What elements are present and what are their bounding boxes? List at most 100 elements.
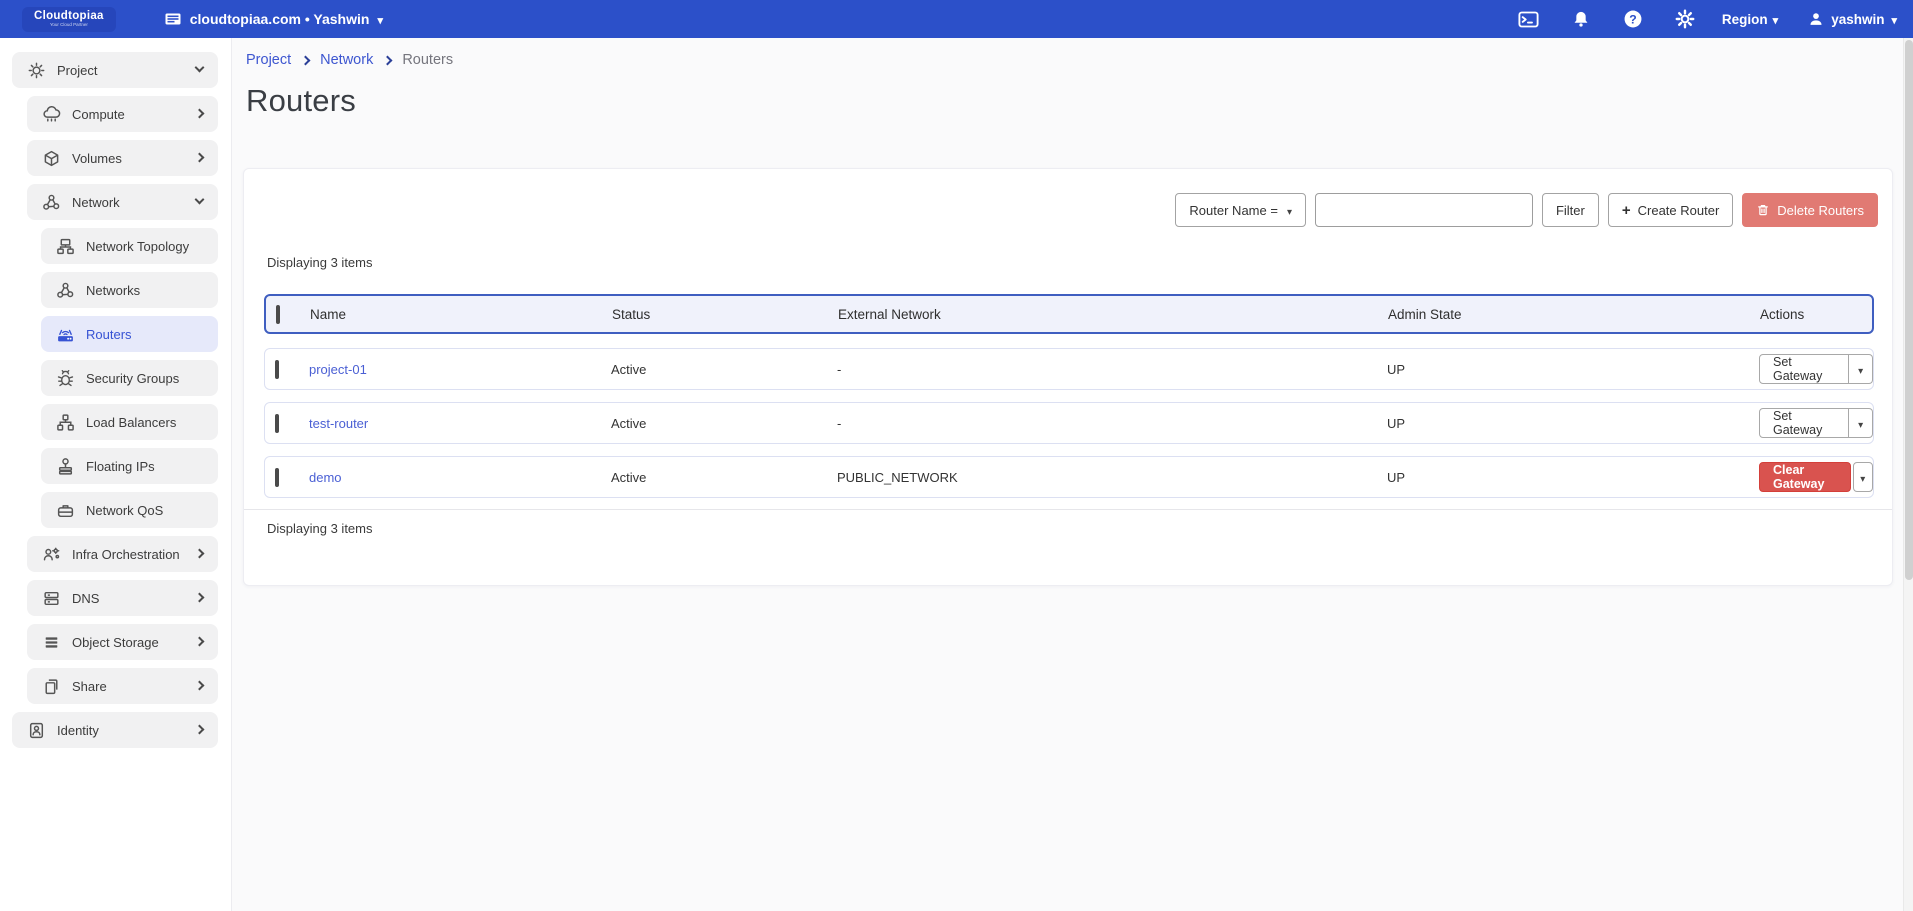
chevron-right-icon	[195, 549, 205, 559]
chevron-down-icon	[195, 63, 205, 73]
page-scrollbar[interactable]	[1903, 38, 1913, 911]
row-action-split-button: Clear Gateway	[1759, 462, 1873, 492]
caret-down-icon	[1860, 470, 1865, 485]
sidebar-item-security-groups[interactable]: Security Groups	[41, 360, 218, 396]
column-header-actions: Actions	[1760, 307, 1872, 322]
identity-badge-icon	[27, 721, 46, 740]
share-docs-icon	[42, 677, 61, 696]
router-name-link[interactable]: demo	[309, 470, 342, 485]
sidebar-item-identity[interactable]: Identity	[12, 712, 218, 748]
brand-logo-tagline: Your Cloud Partner	[34, 22, 104, 28]
sidebar-item-network-qos[interactable]: Network QoS	[41, 492, 218, 528]
sidebar-item-label: Network QoS	[86, 503, 163, 518]
column-header-admin-state[interactable]: Admin State	[1388, 307, 1760, 322]
column-header-status[interactable]: Status	[612, 307, 838, 322]
scrollbar-thumb[interactable]	[1905, 40, 1913, 580]
sidebar-item-label: Networks	[86, 283, 140, 298]
row-checkbox[interactable]	[275, 414, 279, 433]
chevron-right-icon	[195, 681, 205, 691]
action-menu-toggle[interactable]	[1849, 354, 1873, 384]
sidebar-item-label: Identity	[57, 723, 99, 738]
dns-server-icon	[42, 589, 61, 608]
topology-icon	[56, 237, 75, 256]
region-selector[interactable]: Region	[1722, 12, 1778, 27]
create-router-label: Create Router	[1638, 203, 1720, 218]
sidebar-item-compute[interactable]: Compute	[27, 96, 218, 132]
settings-gear-icon[interactable]	[1674, 8, 1696, 30]
question-mark-glyph: ?	[1629, 12, 1636, 26]
row-action-split-button: Set Gateway	[1759, 354, 1873, 384]
sidebar-item-label: Network Topology	[86, 239, 189, 254]
brand-logo-title: Cloudtopiaa	[34, 10, 104, 22]
chevron-right-icon	[195, 637, 205, 647]
project-cog-icon	[27, 61, 46, 80]
user-avatar-icon	[1808, 11, 1824, 27]
row-action-split-button: Set Gateway	[1759, 408, 1873, 438]
project-context-switcher[interactable]: cloudtopiaa.com • Yashwin	[164, 10, 383, 28]
breadcrumb-project-link[interactable]: Project	[246, 52, 291, 68]
breadcrumb: Project Network Routers	[246, 52, 453, 68]
set-gateway-button[interactable]: Set Gateway	[1759, 354, 1849, 384]
floating-ip-icon	[56, 457, 75, 476]
router-name-link[interactable]: project-01	[309, 362, 367, 377]
sidebar-item-label: Network	[72, 195, 120, 210]
clear-gateway-button[interactable]: Clear Gateway	[1759, 462, 1851, 492]
column-header-external-network[interactable]: External Network	[838, 307, 1388, 322]
object-storage-icon	[42, 633, 61, 652]
sidebar-item-routers[interactable]: Routers	[41, 316, 218, 352]
context-label: cloudtopiaa.com • Yashwin	[190, 11, 370, 27]
chevron-right-icon	[301, 56, 311, 66]
router-name-link[interactable]: test-router	[309, 416, 368, 431]
page-title: Routers	[246, 83, 356, 119]
sidebar-item-network[interactable]: Network	[27, 184, 218, 220]
admin-state-cell: UP	[1387, 362, 1759, 377]
status-cell: Active	[611, 362, 837, 377]
brand-logo[interactable]: Cloudtopiaa Your Cloud Partner	[22, 7, 116, 32]
trash-icon	[1756, 203, 1770, 217]
top-navigation-bar: Cloudtopiaa Your Cloud Partner cloudtopi…	[0, 0, 1913, 38]
action-menu-toggle[interactable]	[1849, 408, 1873, 438]
table-footer-divider	[244, 509, 1892, 510]
action-menu-toggle[interactable]	[1853, 462, 1873, 492]
sidebar-item-label: Compute	[72, 107, 125, 122]
caret-down-icon	[1891, 12, 1897, 27]
sidebar-item-object-storage[interactable]: Object Storage	[27, 624, 218, 660]
breadcrumb-network-link[interactable]: Network	[320, 52, 373, 68]
set-gateway-button[interactable]: Set Gateway	[1759, 408, 1849, 438]
external-network-cell: -	[837, 362, 1387, 377]
table-row: test-router Active - UP Set Gateway	[264, 402, 1874, 444]
create-router-button[interactable]: + Create Router	[1608, 193, 1733, 227]
sidebar-item-label: Security Groups	[86, 371, 179, 386]
sidebar-item-network-topology[interactable]: Network Topology	[41, 228, 218, 264]
select-all-checkbox[interactable]	[276, 305, 280, 324]
sidebar-item-project[interactable]: Project	[12, 52, 218, 88]
sidebar-item-label: Project	[57, 63, 97, 78]
help-icon[interactable]: ?	[1622, 8, 1644, 30]
column-header-name[interactable]: Name	[310, 307, 612, 322]
sidebar-item-networks[interactable]: Networks	[41, 272, 218, 308]
user-menu[interactable]: yashwin	[1808, 11, 1897, 27]
sidebar-item-load-balancers[interactable]: Load Balancers	[41, 404, 218, 440]
delete-routers-button[interactable]: Delete Routers	[1742, 193, 1878, 227]
row-checkbox[interactable]	[275, 468, 279, 487]
row-checkbox[interactable]	[275, 360, 279, 379]
sidebar-item-share[interactable]: Share	[27, 668, 218, 704]
table-toolbar: Router Name = Filter + Create Router Del…	[1175, 193, 1878, 227]
sidebar-item-dns[interactable]: DNS	[27, 580, 218, 616]
network-qos-icon	[56, 501, 75, 520]
sidebar-item-floating-ips[interactable]: Floating IPs	[41, 448, 218, 484]
domain-list-icon	[164, 10, 182, 28]
filter-field-dropdown[interactable]: Router Name =	[1175, 193, 1306, 227]
sidebar-item-label: Volumes	[72, 151, 122, 166]
notifications-bell-icon[interactable]	[1570, 8, 1592, 30]
sidebar-item-volumes[interactable]: Volumes	[27, 140, 218, 176]
terminal-console-icon[interactable]	[1518, 8, 1540, 30]
sidebar-item-infra-orchestration[interactable]: Infra Orchestration	[27, 536, 218, 572]
sidebar-item-label: DNS	[72, 591, 99, 606]
filter-button[interactable]: Filter	[1542, 193, 1599, 227]
filter-input[interactable]	[1315, 193, 1533, 227]
table-row: demo Active PUBLIC_NETWORK UP Clear Gate…	[264, 456, 1874, 498]
caret-down-icon	[1287, 203, 1292, 218]
compute-cloud-icon	[42, 105, 61, 124]
sidebar-item-label: Object Storage	[72, 635, 159, 650]
